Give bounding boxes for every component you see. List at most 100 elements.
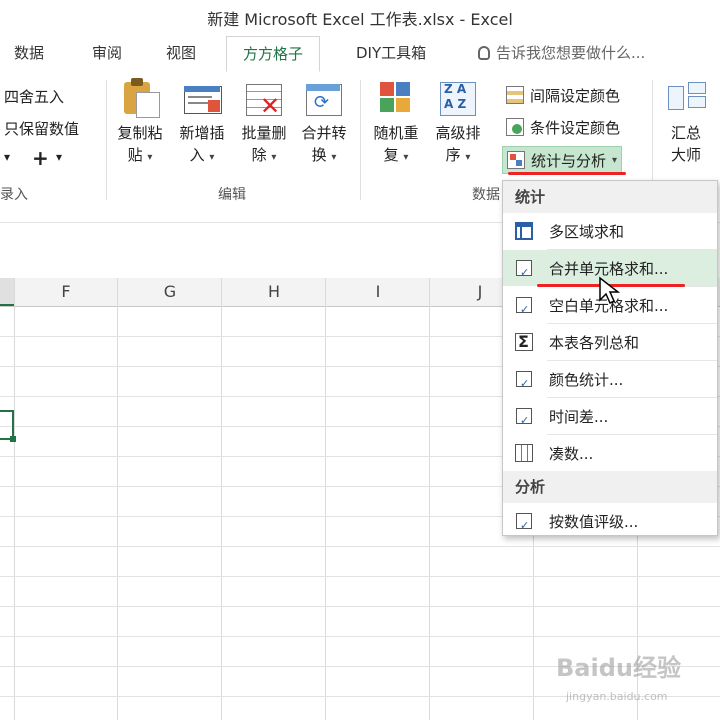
menu-section-stats: 统计 bbox=[503, 181, 717, 213]
column-header-g[interactable]: G bbox=[150, 282, 190, 301]
column-header-h[interactable]: H bbox=[254, 282, 294, 301]
delete-grid-icon: ✕ bbox=[244, 78, 284, 118]
plus-dropdown-icon[interactable]: ▾ bbox=[56, 150, 62, 164]
watermark-url: jingyan.baidu.com bbox=[566, 690, 668, 703]
random-repeat-button[interactable]: 随机重 复 ▾ bbox=[368, 78, 424, 169]
random-repeat-label-2: 复 bbox=[383, 146, 399, 164]
menu-item-color-stats[interactable]: ✓ 颜色统计... bbox=[503, 361, 717, 397]
interval-color-button[interactable]: 间隔设定颜色 bbox=[506, 82, 620, 108]
group-separator bbox=[106, 80, 107, 200]
row-divider bbox=[0, 636, 720, 637]
insert-label-2: 入 bbox=[189, 146, 205, 164]
window-title: 新建 Microsoft Excel 工作表.xlsx - Excel bbox=[207, 10, 513, 29]
stats-analysis-icon bbox=[507, 151, 525, 169]
rating-icon: ✓ bbox=[513, 510, 535, 532]
row-divider bbox=[0, 576, 720, 577]
menu-item-label: 按数值评级... bbox=[549, 512, 639, 531]
stats-analysis-button[interactable]: 统计与分析 ▾ bbox=[502, 146, 623, 174]
dropdown-caret-icon[interactable]: ▾ bbox=[4, 150, 10, 164]
column-divider bbox=[429, 278, 430, 720]
summary-master-button[interactable]: 汇总 大师 bbox=[658, 78, 714, 166]
menu-item-rating-by-value[interactable]: ✓ 按数值评级... bbox=[503, 503, 717, 539]
menu-item-label: 颜色统计... bbox=[549, 370, 624, 389]
random-repeat-label-1: 随机重 bbox=[373, 124, 419, 142]
menu-item-label: 本表各列总和 bbox=[549, 333, 640, 352]
column-header-i[interactable]: I bbox=[358, 282, 398, 301]
condition-color-label: 条件设定颜色 bbox=[530, 118, 621, 137]
batch-delete-button[interactable]: ✕ 批量删 除 ▾ bbox=[236, 78, 292, 169]
copy-paste-button[interactable]: 复制粘 贴 ▾ bbox=[112, 78, 168, 169]
mouse-cursor-icon bbox=[599, 276, 620, 305]
tab-fangfang[interactable]: 方方格子 bbox=[226, 36, 321, 72]
random-blocks-icon bbox=[376, 78, 416, 118]
summary-label-1: 汇总 bbox=[670, 124, 701, 142]
menu-section-analysis: 分析 bbox=[503, 471, 717, 503]
stats-analysis-menu: 统计 多区域求和 ✓ 合并单元格求和... ✓ 空白单元格求和... Σ 本表各… bbox=[502, 180, 718, 536]
insert-button[interactable]: 新增插 入 ▾ bbox=[174, 78, 230, 169]
watermark-logo: Baidu经验 bbox=[556, 654, 681, 682]
stats-analysis-label: 统计与分析 bbox=[531, 151, 607, 170]
batch-delete-label-1: 批量删 bbox=[241, 124, 287, 142]
copy-paste-label-2: 贴 bbox=[127, 146, 143, 164]
merge-convert-label-2: 换 bbox=[311, 146, 327, 164]
column-header-j[interactable]: J bbox=[460, 282, 500, 301]
blank-cell-icon: ✓ bbox=[513, 294, 535, 316]
menu-item-column-totals[interactable]: Σ 本表各列总和 bbox=[503, 324, 717, 360]
insert-label-1: 新增插 bbox=[179, 124, 225, 142]
menu-item-time-diff[interactable]: ✓ 时间差... bbox=[503, 398, 717, 434]
tab-data[interactable]: 数据 bbox=[14, 42, 44, 63]
summary-label-2: 大师 bbox=[670, 146, 701, 164]
column-divider bbox=[221, 278, 222, 720]
row-divider bbox=[0, 546, 720, 547]
lightbulb-icon bbox=[478, 45, 490, 60]
plus-icon[interactable]: + bbox=[32, 146, 49, 170]
menu-item-label: 多区域求和 bbox=[549, 222, 625, 241]
group-separator bbox=[360, 80, 361, 200]
color-stats-icon: ✓ bbox=[513, 368, 535, 390]
interval-color-label: 间隔设定颜色 bbox=[530, 86, 621, 105]
merge-convert-label-1: 合并转 bbox=[301, 124, 347, 142]
fill-handle[interactable] bbox=[10, 436, 16, 442]
clipboard-icon bbox=[120, 78, 160, 118]
ribbon-tab-row: 数据 审阅 视图 方方格子 DIY工具箱 告诉我您想要做什么... bbox=[0, 34, 720, 73]
menu-item-make-up-number[interactable]: 凑数... bbox=[503, 435, 717, 471]
merge-cell-icon: ✓ bbox=[513, 257, 535, 279]
interval-color-icon bbox=[506, 86, 524, 104]
sort-az-icon: Z AA Z bbox=[438, 78, 478, 118]
menu-item-label: 时间差... bbox=[549, 407, 609, 426]
menu-item-multi-range-sum[interactable]: 多区域求和 bbox=[503, 213, 717, 249]
tab-review[interactable]: 审阅 bbox=[92, 42, 122, 63]
grid-calc-icon bbox=[513, 442, 535, 464]
tell-me-placeholder: 告诉我您想要做什么... bbox=[496, 44, 646, 62]
condition-color-icon bbox=[506, 118, 524, 136]
copy-paste-label-1: 复制粘 bbox=[117, 124, 163, 142]
row-divider bbox=[0, 606, 720, 607]
batch-delete-label-2: 除 bbox=[251, 146, 267, 164]
round-button[interactable]: 四舍五入 bbox=[4, 86, 64, 107]
chevron-down-icon: ▾ bbox=[612, 154, 618, 166]
selected-column-header[interactable] bbox=[0, 278, 14, 306]
insert-rows-icon bbox=[182, 78, 222, 118]
advanced-sort-label-1: 高级排 bbox=[435, 124, 481, 142]
advanced-sort-label-2: 序 bbox=[445, 146, 461, 164]
sigma-icon: Σ bbox=[513, 331, 535, 353]
group-label-edit: 编辑 bbox=[218, 187, 246, 203]
column-divider bbox=[117, 278, 118, 720]
merge-convert-button[interactable]: ⟳ 合并转 换 ▾ bbox=[296, 78, 352, 169]
condition-color-button[interactable]: 条件设定颜色 bbox=[506, 114, 620, 140]
tab-diy-toolbox[interactable]: DIY工具箱 bbox=[356, 42, 426, 63]
menu-item-label: 凑数... bbox=[549, 444, 594, 463]
multi-range-icon bbox=[513, 220, 535, 242]
column-header-f[interactable]: F bbox=[46, 282, 86, 301]
annotation-underline bbox=[508, 172, 626, 175]
merge-convert-icon: ⟳ bbox=[304, 78, 344, 118]
tell-me-box[interactable]: 告诉我您想要做什么... bbox=[478, 42, 645, 63]
tab-view[interactable]: 视图 bbox=[166, 42, 196, 63]
column-divider bbox=[14, 278, 15, 720]
advanced-sort-button[interactable]: Z AA Z 高级排 序 ▾ bbox=[430, 78, 486, 169]
group-label-data: 数据 bbox=[472, 187, 500, 203]
title-bar: 新建 Microsoft Excel 工作表.xlsx - Excel bbox=[0, 0, 720, 34]
summary-icon bbox=[666, 78, 706, 118]
time-diff-icon: ✓ bbox=[513, 405, 535, 427]
keep-values-button[interactable]: 只保留数值 bbox=[4, 118, 79, 139]
